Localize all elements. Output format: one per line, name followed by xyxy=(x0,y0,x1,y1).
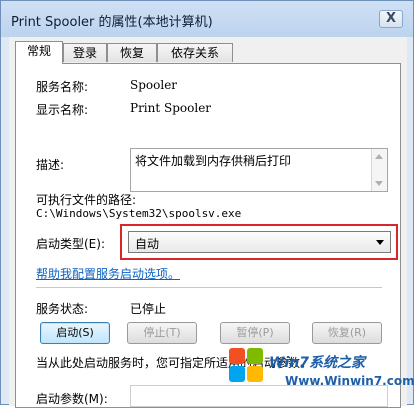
tab-general[interactable]: 常规 xyxy=(15,41,63,64)
tab-recovery[interactable]: 恢复 xyxy=(107,43,157,62)
service-name-value: Spooler xyxy=(130,78,178,92)
tab-dependencies[interactable]: 依存关系 xyxy=(157,43,233,62)
exe-path-value: C:\Windows\System32\spoolsv.exe xyxy=(36,207,242,220)
chevron-down-icon xyxy=(376,240,384,245)
description-scrollbar[interactable] xyxy=(371,149,387,191)
close-button[interactable]: X xyxy=(379,10,403,28)
service-status-label: 服务状态: xyxy=(36,302,89,316)
scroll-down-icon[interactable] xyxy=(375,181,383,186)
dialog-title: Print Spooler 的属性(本地计算机) xyxy=(11,15,213,30)
watermark-brand: Win7系统之家 xyxy=(269,355,365,371)
windows-logo-icon xyxy=(229,348,263,382)
description-label: 描述: xyxy=(36,158,65,172)
startup-type-label: 启动类型(E): xyxy=(36,237,105,251)
exe-path-label: 可执行文件的路径: xyxy=(36,193,137,207)
tab-logon[interactable]: 登录 xyxy=(63,43,107,62)
stop-button[interactable]: 停止(T) xyxy=(127,322,197,344)
pause-button[interactable]: 暂停(P) xyxy=(220,322,290,344)
section-divider xyxy=(36,287,382,288)
display-name-value: Print Spooler xyxy=(130,101,212,115)
help-configure-startup-link[interactable]: 帮助我配置服务启动选项。 xyxy=(36,265,180,282)
service-name-label: 服务名称: xyxy=(36,80,89,94)
startup-type-select[interactable]: 自动 xyxy=(128,231,391,253)
title-bar[interactable]: Print Spooler 的属性(本地计算机) X xyxy=(1,1,413,37)
service-status-value: 已停止 xyxy=(130,302,167,316)
start-params-label: 启动参数(M): xyxy=(36,392,108,406)
watermark-url: Www.Winwin7.com xyxy=(285,374,414,388)
properties-dialog: Print Spooler 的属性(本地计算机) X 常规 登录 恢复 依存关系… xyxy=(0,0,414,408)
start-button[interactable]: 启动(S) xyxy=(40,322,110,344)
resume-button[interactable]: 恢复(R) xyxy=(312,322,382,344)
display-name-label: 显示名称: xyxy=(36,103,89,117)
description-box[interactable]: 将文件加载到内存供稍后打印 xyxy=(130,148,388,192)
startup-type-value: 自动 xyxy=(135,237,160,251)
watermark: Win7系统之家 Www.Winwin7.com xyxy=(229,344,414,402)
scroll-up-icon[interactable] xyxy=(375,154,383,159)
description-text: 将文件加载到内存供稍后打印 xyxy=(135,154,292,168)
